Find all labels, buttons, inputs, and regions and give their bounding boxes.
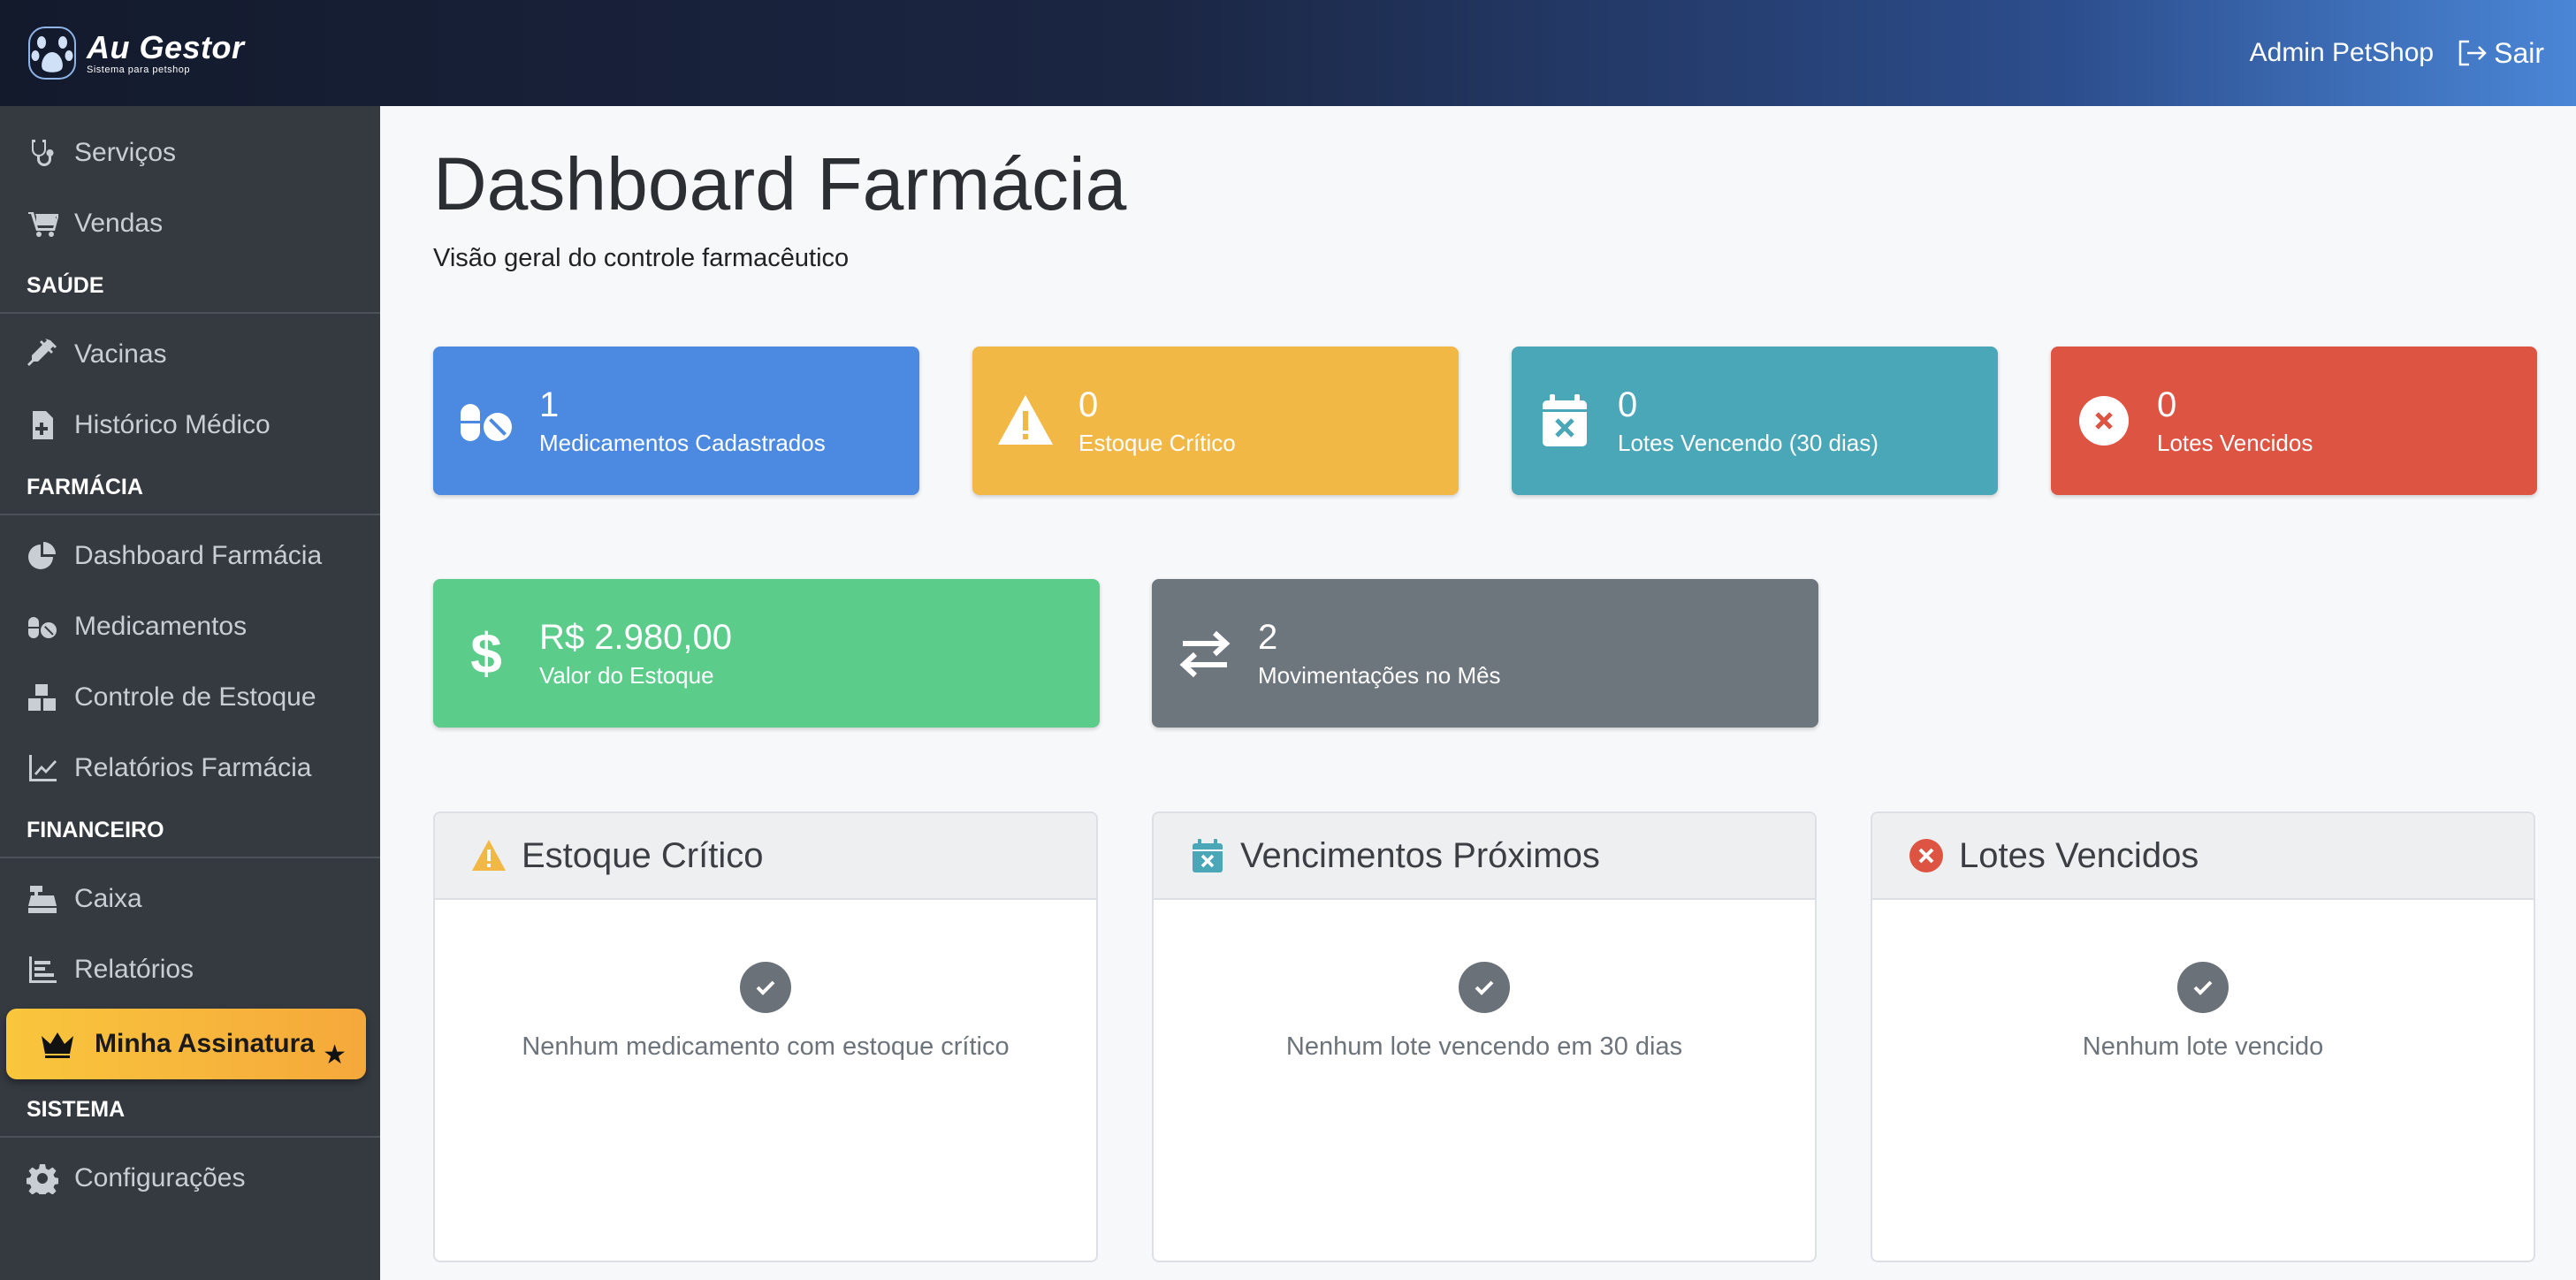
panel-message: Nenhum medicamento com estoque crítico: [522, 1032, 1010, 1061]
stat-card-estoque-critico[interactable]: 0 Estoque Crítico: [972, 347, 1459, 495]
pie-chart-icon: [28, 542, 56, 569]
sidebar-item-label: Dashboard Farmácia: [74, 541, 323, 570]
subscription-label: Minha Assinatura: [95, 1029, 315, 1058]
section-saude: SAÚDE: [0, 259, 380, 314]
logout-button[interactable]: Sair: [2457, 37, 2544, 70]
sidebar-item-controle-estoque[interactable]: Controle de Estoque: [0, 662, 380, 733]
boxes-icon: [28, 684, 56, 711]
top-navbar: Au Gestor Sistema para petshop Admin Pet…: [0, 0, 2576, 106]
sidebar-item-label: Histórico Médico: [74, 410, 271, 439]
warning-icon: [472, 840, 506, 871]
medical-file-icon: [33, 411, 53, 439]
calendar-x-icon: [1193, 839, 1223, 872]
user-name[interactable]: Admin PetShop: [2250, 38, 2434, 68]
stat-label: Movimentações no Mês: [1258, 661, 1501, 689]
logout-label: Sair: [2494, 36, 2544, 69]
page-subtitle: Visão geral do controle farmacêutico: [433, 244, 850, 272]
sidebar-item-dashboard-farmacia[interactable]: Dashboard Farmácia: [0, 521, 380, 591]
sidebar-item-servicos[interactable]: Serviços: [0, 118, 380, 188]
calendar-x-icon: [1543, 394, 1587, 446]
line-chart-icon: [29, 755, 57, 781]
stat-card-movimentacoes[interactable]: 2 Movimentações no Mês: [1152, 579, 1818, 728]
panel-lotes-vencidos: Lotes Vencidos Nenhum lote vencido: [1871, 811, 2535, 1262]
stethoscope-icon: [31, 140, 54, 166]
sidebar-item-configuracoes[interactable]: Configurações: [0, 1143, 380, 1214]
section-financeiro: FINANCEIRO: [0, 804, 380, 858]
stat-label: Lotes Vencidos: [2157, 429, 2313, 456]
stat-label: Medicamentos Cadastrados: [539, 429, 826, 456]
sidebar-item-relatorios-farmacia[interactable]: Relatórios Farmácia: [0, 733, 380, 804]
panel-title: Lotes Vencidos: [1959, 835, 2199, 875]
stat-card-valor-estoque[interactable]: $ R$ 2.980,00 Valor do Estoque: [433, 579, 1100, 728]
star-icon: ★: [323, 1040, 347, 1070]
exchange-icon: [1179, 630, 1231, 678]
stat-value: 0: [1078, 385, 1099, 424]
stat-card-lotes-vencendo[interactable]: 0 Lotes Vencendo (30 dias): [1512, 347, 1998, 495]
stat-value: R$ 2.980,00: [539, 617, 732, 657]
check-circle-icon: [2177, 962, 2229, 1013]
sidebar-item-label: Medicamentos: [74, 612, 248, 641]
dollar-icon: $: [470, 624, 502, 682]
stat-value: 1: [539, 385, 560, 424]
stat-card-lotes-vencidos[interactable]: 0 Lotes Vencidos: [2051, 347, 2537, 495]
sidebar: Serviços Vendas SAÚDE Vacinas Histórico …: [0, 106, 380, 1280]
cash-register-icon: [28, 886, 57, 913]
check-circle-icon: [1459, 962, 1510, 1013]
sidebar-item-label: Vendas: [74, 209, 164, 238]
brand[interactable]: Au Gestor Sistema para petshop: [27, 25, 245, 81]
sidebar-item-historico-medico[interactable]: Histórico Médico: [0, 390, 380, 461]
sidebar-item-caixa[interactable]: Caixa: [0, 864, 380, 934]
panel-vencimentos-proximos: Vencimentos Próximos Nenhum lote vencend…: [1152, 811, 1817, 1262]
stat-label: Estoque Crítico: [1078, 429, 1236, 456]
section-sistema: SISTEMA: [0, 1083, 380, 1138]
pills-icon: [461, 404, 512, 441]
sidebar-item-medicamentos[interactable]: Medicamentos: [0, 591, 380, 662]
page-title: Dashboard Farmácia: [433, 142, 1127, 225]
stat-label: Lotes Vencendo (30 dias): [1618, 429, 1879, 456]
sidebar-item-label: Serviços: [74, 138, 177, 167]
crown-icon: [42, 1032, 73, 1058]
x-circle-icon: [1909, 839, 1943, 872]
sidebar-item-vendas[interactable]: Vendas: [0, 188, 380, 259]
paw-logo-icon: [28, 27, 76, 80]
sidebar-item-label: Relatórios Farmácia: [74, 753, 312, 782]
sidebar-item-label: Caixa: [74, 884, 142, 913]
cart-icon: [28, 212, 58, 237]
pills-icon: [28, 617, 57, 638]
brand-name: Au Gestor: [87, 28, 245, 65]
stat-value: 0: [1618, 385, 1638, 424]
section-farmacia: FARMÁCIA: [0, 461, 380, 515]
x-circle-icon: [2079, 396, 2129, 446]
logout-icon: [2458, 40, 2487, 66]
panel-title: Estoque Crítico: [522, 835, 764, 875]
stat-card-medicamentos[interactable]: 1 Medicamentos Cadastrados: [433, 347, 919, 495]
stat-value: 2: [1258, 617, 1278, 657]
svg-text:$: $: [470, 624, 502, 682]
brand-tagline: Sistema para petshop: [87, 64, 191, 75]
stat-value: 0: [2157, 385, 2177, 424]
warning-icon: [998, 395, 1053, 445]
sidebar-item-relatorios[interactable]: Relatórios: [0, 934, 380, 1005]
bar-chart-icon: [29, 956, 57, 983]
syringe-icon: [27, 339, 57, 366]
sidebar-item-label: Vacinas: [74, 339, 167, 369]
sidebar-item-label: Controle de Estoque: [74, 682, 316, 712]
sidebar-item-label: Relatórios: [74, 955, 194, 984]
main-content: Dashboard Farmácia Visão geral do contro…: [380, 106, 2576, 1280]
check-circle-icon: [740, 962, 791, 1013]
panel-message: Nenhum lote vencido: [2082, 1032, 2324, 1061]
panel-message: Nenhum lote vencendo em 30 dias: [1285, 1032, 1683, 1061]
gear-icon: [27, 1164, 58, 1194]
sidebar-item-label: Configurações: [74, 1163, 246, 1192]
subscription-button[interactable]: Minha Assinatura ★: [6, 1009, 366, 1079]
panel-title: Vencimentos Próximos: [1240, 835, 1600, 875]
stat-label: Valor do Estoque: [539, 661, 714, 689]
sidebar-item-vacinas[interactable]: Vacinas: [0, 319, 380, 390]
panel-estoque-critico: Estoque Crítico Nenhum medicamento com e…: [433, 811, 1098, 1262]
